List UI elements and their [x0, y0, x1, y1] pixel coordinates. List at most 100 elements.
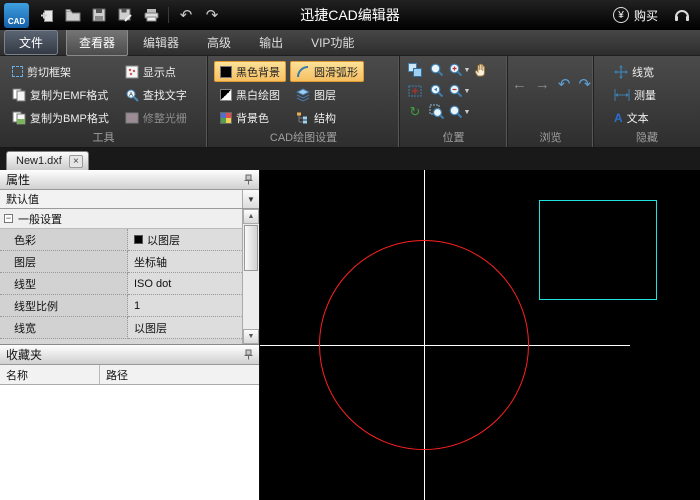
tab-advanced[interactable]: 高级	[194, 29, 244, 56]
property-value-text: 1	[134, 299, 141, 312]
property-value[interactable]: 以图层	[128, 317, 242, 339]
preset-value: 默认值	[6, 194, 39, 206]
properties-title: 属性	[6, 173, 31, 187]
background-color-button[interactable]: 背景色	[214, 107, 286, 128]
regen-button[interactable]: ↻	[406, 103, 424, 121]
save-as-button[interactable]	[113, 3, 137, 27]
line-width-button[interactable]: 线宽	[608, 61, 696, 82]
close-tab-icon[interactable]: ×	[68, 154, 83, 168]
favorites-column-path[interactable]: 路径	[100, 365, 259, 384]
redo-button[interactable]: ↷	[200, 3, 224, 27]
browse-forward-icon: →	[534, 75, 550, 93]
copy-emf-button[interactable]: 复制为EMF格式	[6, 84, 115, 105]
cad-group-label: CAD绘图设置	[269, 132, 338, 144]
pin-icon[interactable]	[244, 349, 253, 360]
property-row-linetype[interactable]: 线型 ISO dot	[0, 273, 242, 295]
print-button[interactable]	[139, 3, 163, 27]
property-row-color[interactable]: 色彩 以图层	[0, 229, 242, 251]
document-tab-label: New1.dxf	[16, 155, 62, 167]
favorites-list[interactable]	[0, 385, 259, 500]
chevron-down-icon[interactable]: ▼	[242, 190, 259, 208]
zoom-in-button[interactable]: ▼	[448, 61, 471, 79]
property-label: 线型比例	[0, 295, 128, 317]
drawn-rectangle[interactable]	[539, 200, 657, 300]
color-swatch	[134, 235, 143, 244]
tab-vip[interactable]: VIP功能	[298, 29, 367, 56]
scroll-down-icon[interactable]: ▼	[243, 329, 259, 344]
new-file-icon	[40, 8, 55, 23]
cut-frame-button[interactable]: 剪切框架	[6, 61, 115, 82]
file-menu-button[interactable]: 文件	[4, 30, 59, 55]
undo-icon: ↶	[179, 7, 193, 24]
property-grid-scrollbar[interactable]: ▲ ▼	[242, 209, 259, 344]
copy-emf-label: 复制为EMF格式	[30, 89, 109, 102]
scroll-thumb[interactable]	[244, 225, 258, 271]
bw-drawing-button[interactable]: 黑白绘图	[214, 84, 286, 105]
smooth-arc-toggle[interactable]: 圆滑弧形	[290, 61, 364, 82]
background-color-icon	[220, 111, 232, 124]
ribbon-group-hide: 线宽 测量 A 文本 隐藏	[594, 56, 700, 147]
save-button[interactable]	[87, 3, 111, 27]
show-points-button[interactable]: 显示点	[119, 61, 193, 82]
buy-button[interactable]: ¥ 购买	[612, 7, 658, 24]
property-value-text: 以图层	[134, 322, 167, 335]
text-button[interactable]: A 文本	[608, 107, 696, 128]
browse-redo-icon[interactable]: ↷	[579, 75, 592, 93]
undo-button[interactable]: ↶	[174, 3, 198, 27]
regen-icon: ↻	[409, 104, 421, 119]
line-width-label: 线宽	[632, 66, 654, 79]
zoom-extents-button[interactable]	[428, 103, 446, 121]
copy-bmp-button[interactable]: 复制为BMP格式	[6, 107, 115, 128]
zoom-in-dropdown-icon[interactable]: ▼	[464, 67, 471, 74]
find-text-button[interactable]: A 查找文字	[119, 84, 193, 105]
black-background-toggle[interactable]: 黑色背景	[214, 61, 286, 82]
support-button[interactable]	[670, 3, 694, 27]
property-row-layer[interactable]: 图层 坐标轴	[0, 251, 242, 273]
zoom-out-dropdown-icon[interactable]: ▼	[464, 88, 471, 95]
tab-editor[interactable]: 编辑器	[130, 29, 192, 56]
preset-dropdown[interactable]: 默认值 ▼	[0, 190, 259, 209]
zoom-out-button[interactable]: ▼	[449, 82, 471, 100]
titlebar: CAD ↶ ↷ 迅捷CAD编辑器 ¥ 购买	[0, 0, 700, 30]
property-row-linetype-scale[interactable]: 线型比例 1	[0, 295, 242, 317]
buy-label: 购买	[633, 8, 658, 23]
zoom-scale-button[interactable]: ▼	[449, 103, 471, 121]
measure-button[interactable]: 测量	[608, 84, 696, 105]
zoom-window-button[interactable]	[428, 61, 446, 79]
layers-button[interactable]: 图层	[290, 84, 364, 105]
collapse-icon[interactable]: −	[4, 214, 13, 223]
pan-hand-button[interactable]	[472, 61, 490, 79]
zoom-previous-button[interactable]	[428, 82, 446, 100]
zoom-in-icon	[448, 62, 464, 78]
property-value[interactable]: 以图层	[128, 229, 242, 251]
drawing-canvas[interactable]	[260, 170, 700, 500]
black-background-label: 黑色背景	[236, 66, 280, 79]
zoom-scale-dropdown-icon[interactable]: ▼	[464, 109, 471, 116]
property-value[interactable]: 坐标轴	[128, 251, 242, 273]
tab-output[interactable]: 输出	[246, 29, 296, 56]
zoom-dynamic-button[interactable]	[406, 82, 424, 100]
new-file-button[interactable]	[35, 3, 59, 27]
browse-undo-icon[interactable]: ↶	[558, 75, 571, 93]
pin-icon[interactable]	[244, 174, 253, 185]
document-tab[interactable]: New1.dxf ×	[6, 151, 89, 170]
tab-viewer[interactable]: 查看器	[66, 29, 129, 56]
document-tab-bar: New1.dxf ×	[0, 148, 700, 170]
scroll-up-icon[interactable]: ▲	[243, 209, 259, 224]
structure-button[interactable]: 结构	[290, 107, 364, 128]
headset-icon	[674, 8, 690, 22]
show-points-icon	[125, 65, 139, 79]
crop-frame-icon	[12, 66, 23, 77]
property-value[interactable]: ISO dot	[128, 273, 242, 295]
measure-label: 测量	[634, 89, 656, 102]
drawn-circle[interactable]	[319, 240, 529, 450]
property-row-lineweight[interactable]: 线宽 以图层	[0, 317, 242, 339]
open-file-button[interactable]	[61, 3, 85, 27]
measure-icon	[614, 88, 630, 101]
pan-view-button[interactable]	[406, 61, 424, 79]
favorites-column-name[interactable]: 名称	[0, 365, 100, 384]
property-section-general[interactable]: − 一般设置	[0, 209, 242, 229]
hand-icon	[473, 62, 489, 78]
property-value[interactable]: 1	[128, 295, 242, 317]
property-value-text: 坐标轴	[134, 256, 167, 269]
